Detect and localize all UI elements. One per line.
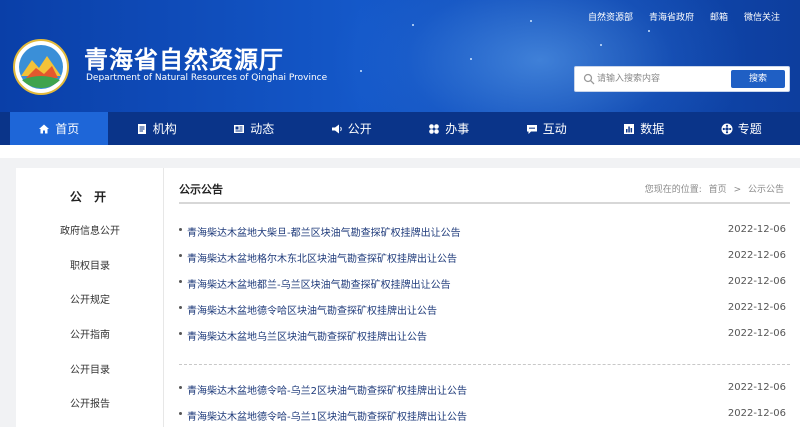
news-date: 2022-12-06 (727, 224, 786, 235)
sidebar-item-report[interactable]: 公开报告 (16, 395, 164, 410)
list-item[interactable]: 青海柴达木盆地都兰-乌兰区块油气勘查探矿权挂牌出让公告 2022-12-06 (179, 276, 790, 294)
news-date: 2022-12-06 (727, 250, 786, 261)
news-date: 2022-12-06 (727, 408, 786, 419)
sidebar-item-power-list[interactable]: 职权目录 (16, 257, 164, 272)
breadcrumb-separator: > (733, 185, 742, 195)
list-divider (179, 364, 790, 365)
top-links: 自然资源部 青海省政府 邮箱 微信关注 (580, 10, 788, 23)
bullet-icon (179, 332, 182, 335)
news-date: 2022-12-06 (727, 328, 786, 339)
bullet-icon (179, 228, 182, 231)
search-icon (583, 73, 595, 85)
site-title: 青海省自然资源厅 (84, 46, 284, 74)
nav-item-topics[interactable]: 专题 (693, 112, 791, 145)
list-item[interactable]: 青海柴达木盆地德令哈-乌兰1区块油气勘查探矿权挂牌出让公告 2022-12-06 (179, 408, 790, 426)
top-link-wechat[interactable]: 微信关注 (736, 10, 788, 23)
star-decoration (412, 24, 414, 26)
news-title[interactable]: 青海柴达木盆地德令哈区块油气勘查探矿权挂牌出让公告 (187, 302, 437, 317)
logo-emblem-icon[interactable] (12, 38, 70, 96)
news-title[interactable]: 青海柴达木盆地德令哈-乌兰1区块油气勘查探矿权挂牌出让公告 (187, 408, 467, 423)
grid-icon (429, 123, 440, 134)
content-header: 公示公告 您现在的位置: 首页 > 公示公告 (179, 178, 790, 204)
page-title: 公示公告 (179, 183, 223, 196)
top-link-mail[interactable]: 邮箱 (702, 10, 736, 23)
star-decoration (648, 30, 650, 32)
breadcrumb-prefix: 您现在的位置: (644, 185, 702, 195)
nav-item-news[interactable]: 动态 (205, 112, 303, 145)
nav-label: 专题 (737, 122, 762, 136)
sidebar-item-guide[interactable]: 公开指南 (16, 326, 164, 341)
site-header: 自然资源部 青海省政府 邮箱 微信关注 青海省自然资源厅 Department … (0, 0, 800, 112)
megaphone-icon (331, 124, 342, 133)
news-date: 2022-12-06 (727, 302, 786, 313)
nav-label: 机构 (152, 122, 177, 136)
sidebar-item-rules[interactable]: 公开规定 (16, 291, 164, 306)
breadcrumb: 您现在的位置: 首页 > 公示公告 (643, 182, 786, 195)
top-link-mnr[interactable]: 自然资源部 (580, 10, 641, 23)
search-button[interactable]: 搜索 (731, 70, 785, 88)
news-date: 2022-12-06 (727, 382, 786, 393)
star-decoration (600, 44, 602, 46)
list-item[interactable]: 青海柴达木盆地格尔木东北区块油气勘查探矿权挂牌出让公告 2022-12-06 (179, 250, 790, 268)
main-nav: 首页 机构 动态 公开 办事 互动 数据 专题 (0, 112, 800, 145)
breadcrumb-home[interactable]: 首页 (709, 185, 727, 195)
star-decoration (360, 70, 362, 72)
news-title[interactable]: 青海柴达木盆地德令哈-乌兰2区块油气勘查探矿权挂牌出让公告 (187, 382, 467, 397)
list-item[interactable]: 青海柴达木盆地乌兰区块油气勘查探矿权挂牌出让公告 2022-12-06 (179, 328, 790, 346)
list-item[interactable]: 青海柴达木盆地德令哈-乌兰2区块油气勘查探矿权挂牌出让公告 2022-12-06 (179, 382, 790, 400)
nav-item-data[interactable]: 数据 (595, 112, 693, 145)
news-icon (234, 124, 245, 133)
star-decoration (530, 20, 532, 22)
page-body: 公 开 政府信息公开 职权目录 公开规定 公开指南 公开目录 公开报告 公示公告… (16, 168, 800, 427)
chart-icon (624, 123, 635, 134)
bullet-icon (179, 306, 182, 309)
bullet-icon (179, 386, 182, 389)
nav-label: 公开 (347, 122, 372, 136)
nav-item-institution[interactable]: 机构 (108, 112, 206, 145)
list-item[interactable]: 青海柴达木盆地大柴旦-都兰区块油气勘查探矿权挂牌出让公告 2022-12-06 (179, 224, 790, 242)
nav-item-home[interactable]: 首页 (10, 112, 108, 145)
nav-label: 办事 (445, 122, 470, 136)
sidebar-item-catalog[interactable]: 公开目录 (16, 361, 164, 376)
news-date: 2022-12-06 (727, 276, 786, 287)
top-link-qinghai-gov[interactable]: 青海省政府 (641, 10, 702, 23)
nav-label: 动态 (250, 122, 275, 136)
news-title[interactable]: 青海柴达木盆地都兰-乌兰区块油气勘查探矿权挂牌出让公告 (187, 276, 451, 291)
news-title[interactable]: 青海柴达木盆地乌兰区块油气勘查探矿权挂牌出让公告 (187, 328, 427, 343)
document-icon (137, 123, 146, 134)
breadcrumb-current[interactable]: 公示公告 (748, 185, 784, 195)
content-panel: 公示公告 您现在的位置: 首页 > 公示公告 青海柴达木盆地大柴旦-都兰区块油气… (179, 168, 790, 427)
nav-label: 数据 (640, 122, 665, 136)
nav-label: 互动 (542, 122, 567, 136)
bullet-icon (179, 254, 182, 257)
home-icon (39, 124, 50, 133)
search-box: 搜索 (574, 66, 790, 92)
bullet-icon (179, 280, 182, 283)
site-subtitle: Department of Natural Resources of Qingh… (86, 73, 328, 83)
nav-item-services[interactable]: 办事 (400, 112, 498, 145)
nav-spacer (0, 145, 800, 158)
list-item[interactable]: 青海柴达木盆地德令哈区块油气勘查探矿权挂牌出让公告 2022-12-06 (179, 302, 790, 320)
sidebar-item-gov-info[interactable]: 政府信息公开 (16, 222, 164, 237)
flower-icon (721, 123, 733, 134)
bullet-icon (179, 412, 182, 415)
sidebar: 公 开 政府信息公开 职权目录 公开规定 公开指南 公开目录 公开报告 (16, 168, 164, 427)
nav-label: 首页 (55, 122, 80, 136)
nav-item-interaction[interactable]: 互动 (498, 112, 596, 145)
chat-icon (526, 124, 537, 134)
news-title[interactable]: 青海柴达木盆地大柴旦-都兰区块油气勘查探矿权挂牌出让公告 (187, 224, 461, 239)
news-title[interactable]: 青海柴达木盆地格尔木东北区块油气勘查探矿权挂牌出让公告 (187, 250, 457, 265)
nav-item-public[interactable]: 公开 (303, 112, 401, 145)
search-input[interactable] (597, 70, 727, 88)
sidebar-title: 公 开 (69, 190, 111, 204)
star-decoration (470, 58, 472, 60)
